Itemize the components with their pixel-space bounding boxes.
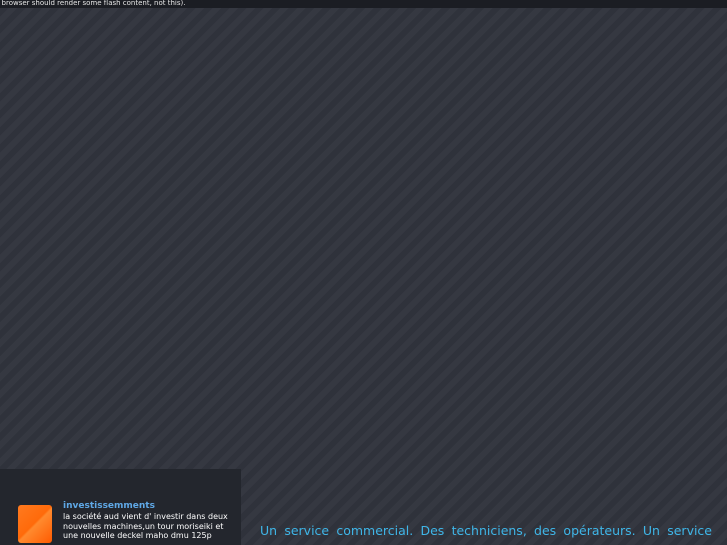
- news-title[interactable]: investissemments: [63, 501, 155, 511]
- orange-square-icon: [18, 505, 52, 543]
- news-text: la société aud vient d' investir dans de…: [63, 512, 228, 540]
- page: { "topbar": { "flash_note": "e browser s…: [0, 0, 727, 545]
- flash-fallback-text: e browser should render some flash conte…: [0, 0, 186, 7]
- top-bar: e browser should render some flash conte…: [0, 0, 727, 8]
- news-panel: investissemments la société aud vient d'…: [0, 469, 241, 545]
- intro-text-overflow: [260, 540, 712, 545]
- intro-text: Un service commercial. Des techniciens, …: [260, 523, 712, 538]
